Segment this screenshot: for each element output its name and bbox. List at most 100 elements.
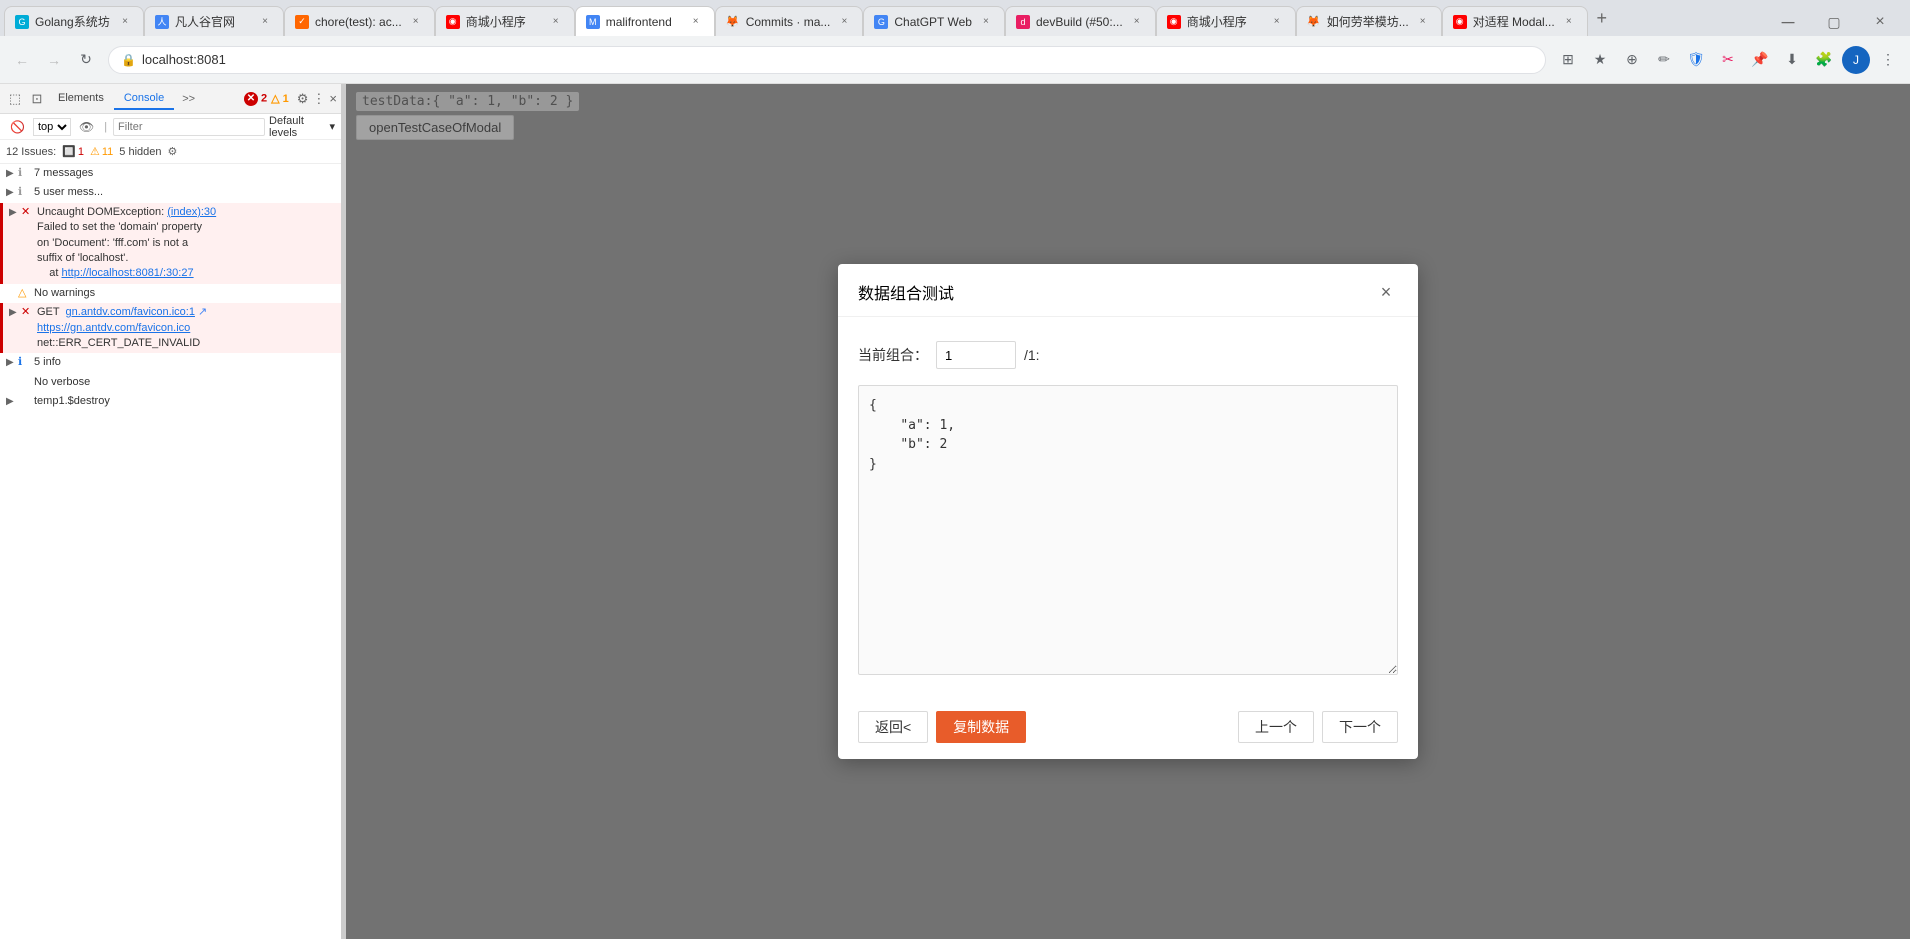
tab-6[interactable]: 🦊 Commits · ma... × xyxy=(715,6,864,36)
close-window-button[interactable]: × xyxy=(1858,8,1902,36)
modal-close-button[interactable]: × xyxy=(1374,280,1398,304)
coupon-icon[interactable]: ✂ xyxy=(1714,46,1742,74)
issues-error-badge: 🔲1 xyxy=(62,145,84,158)
msg-icon-2: ℹ xyxy=(18,185,32,198)
hidden-count-label: 5 hidden xyxy=(119,146,161,158)
tab-2-close[interactable]: × xyxy=(257,14,273,30)
tab-1-favicon: G xyxy=(15,15,29,29)
devtools-more-icon[interactable]: ⋮ xyxy=(312,91,325,107)
issues-warning-badge: ⚠11 xyxy=(90,145,113,158)
devtools-settings-icon[interactable]: ⚙ xyxy=(297,91,309,107)
tab-4[interactable]: ◉ 商城小程序 × xyxy=(435,6,575,36)
shield-icon[interactable]: 🛡 xyxy=(1682,46,1710,74)
tab-6-close[interactable]: × xyxy=(836,14,852,30)
msg-row-domexception[interactable]: ▶ ✕ Uncaught DOMException: (index):30 Fa… xyxy=(0,203,341,284)
tab-2[interactable]: 人 凡人谷官网 × xyxy=(144,6,284,36)
tab-1[interactable]: G Golang系统坊 × xyxy=(4,6,144,36)
tab-8-close[interactable]: × xyxy=(1129,14,1145,30)
user-avatar-icon[interactable]: J xyxy=(1842,46,1870,74)
tab-8-favicon: d xyxy=(1016,15,1030,29)
back-button[interactable]: ← xyxy=(8,46,36,74)
msg-group-5usermessages[interactable]: ▶ ℹ 5 user mess... xyxy=(0,183,341,202)
tab-5-close[interactable]: × xyxy=(688,14,704,30)
tab-6-title: Commits · ma... xyxy=(746,15,831,29)
next-button[interactable]: 下一个 xyxy=(1322,711,1398,743)
inspect-element-icon[interactable]: ⬚ xyxy=(4,88,26,110)
data-textarea[interactable]: { "a": 1, "b": 2 } xyxy=(858,385,1398,675)
bookmark-star-icon[interactable]: ★ xyxy=(1586,46,1614,74)
profile-icon[interactable]: ✏ xyxy=(1650,46,1678,74)
url-bar[interactable]: 🔒 localhost:8081 xyxy=(108,46,1546,74)
devtools-tab-console[interactable]: Console xyxy=(114,88,174,110)
tab-7-title: ChatGPT Web xyxy=(894,15,972,29)
devtools-tab-elements[interactable]: Elements xyxy=(48,88,114,110)
tab-5[interactable]: M malifrontend × xyxy=(575,6,715,36)
tab-3-favicon: ✓ xyxy=(295,15,309,29)
tab-4-title: 商城小程序 xyxy=(466,13,542,30)
msg-group-7messages[interactable]: ▶ ℹ 7 messages xyxy=(0,164,341,183)
tab-10-close[interactable]: × xyxy=(1415,14,1431,30)
prev-button[interactable]: 上一个 xyxy=(1238,711,1314,743)
msg-text-5info: 5 info xyxy=(34,355,335,370)
tab-10-title: 如何劳举模坊... xyxy=(1327,13,1409,30)
devtools-panel: ⬚ ⊡ Elements Console >> ✕ 2 △ 1 ⚙ ⋮ × xyxy=(0,84,342,939)
error-icon-1: ✕ xyxy=(21,205,35,218)
console-filter-input[interactable] xyxy=(113,118,265,136)
menu-icon[interactable]: ⋮ xyxy=(1874,46,1902,74)
tab-9-close[interactable]: × xyxy=(1269,14,1285,30)
tab-3[interactable]: ✓ chore(test): ac... × xyxy=(284,6,435,36)
issues-settings-icon[interactable]: ⚙ xyxy=(168,145,178,158)
expand-icon-1: ▶ xyxy=(6,168,18,179)
tab-7-close[interactable]: × xyxy=(978,14,994,30)
new-tab-button[interactable]: + xyxy=(1588,4,1616,32)
msg-row-5info[interactable]: ▶ ℹ 5 info xyxy=(0,353,341,372)
get-error-link[interactable]: gn.antdv.com/favicon.ico:1 xyxy=(66,306,195,318)
error-at-link[interactable]: http://localhost:8081/:30:27 xyxy=(61,267,193,279)
tab-3-close[interactable]: × xyxy=(408,14,424,30)
expand-icon-3: ▶ xyxy=(9,207,21,218)
tab-8-title: devBuild (#50:... xyxy=(1036,15,1123,29)
console-ban-icon[interactable]: 🚫 xyxy=(6,118,29,136)
msg-text-tempdestroy: temp1.$destroy xyxy=(34,394,335,409)
tab-11[interactable]: ◉ 对适程 Modal... × xyxy=(1442,6,1588,36)
tab-4-close[interactable]: × xyxy=(548,14,564,30)
tab-11-title: 对适程 Modal... xyxy=(1473,13,1555,30)
maximize-button[interactable]: ▢ xyxy=(1812,8,1856,36)
download-icon[interactable]: ⬇ xyxy=(1778,46,1806,74)
error-link-1[interactable]: (index):30 xyxy=(167,206,216,218)
tab-11-close[interactable]: × xyxy=(1561,14,1577,30)
back-button-modal[interactable]: 返回< xyxy=(858,711,928,743)
pin-icon[interactable]: 📌 xyxy=(1746,46,1774,74)
default-levels-dropdown[interactable]: Default levels ▾ xyxy=(269,115,335,139)
tab-10[interactable]: 🦊 如何劳举模坊... × xyxy=(1296,6,1442,36)
get-error-link2[interactable]: https://gn.antdv.com/favicon.ico xyxy=(37,322,190,334)
forward-button[interactable]: → xyxy=(40,46,68,74)
tab-bar: G Golang系统坊 × 人 凡人谷官网 × ✓ chore(test): a… xyxy=(0,0,1910,36)
msg-row-get-error[interactable]: ▶ ✕ GET gn.antdv.com/favicon.ico:1 ↗ htt… xyxy=(0,303,341,353)
tab-9[interactable]: ◉ 商城小程序 × xyxy=(1156,6,1296,36)
ext-puzzle-icon[interactable]: 🧩 xyxy=(1810,46,1838,74)
minimize-button[interactable]: ─ xyxy=(1766,8,1810,36)
extension-icon[interactable]: ⊕ xyxy=(1618,46,1646,74)
warn-icon-1: △ xyxy=(18,286,32,299)
console-eye-icon[interactable]: 👁 xyxy=(75,118,98,136)
page-content: testData:{ "a": 1, "b": 2 } openTestCase… xyxy=(346,84,1910,939)
responsive-mode-icon[interactable]: ⊡ xyxy=(26,88,48,110)
tab-7[interactable]: G ChatGPT Web × xyxy=(863,6,1005,36)
tab-9-title: 商城小程序 xyxy=(1187,13,1263,30)
expand-icon-6: ▶ xyxy=(6,357,18,368)
tab-1-close[interactable]: × xyxy=(117,14,133,30)
combination-input[interactable] xyxy=(936,341,1016,369)
chevron-down-icon: ▾ xyxy=(329,120,335,133)
tab-9-favicon: ◉ xyxy=(1167,15,1181,29)
main-area: ⬚ ⊡ Elements Console >> ✕ 2 △ 1 ⚙ ⋮ × xyxy=(0,84,1910,939)
tab-8[interactable]: d devBuild (#50:... × xyxy=(1005,6,1156,36)
copy-data-button[interactable]: 复制数据 xyxy=(936,711,1026,743)
console-context-select[interactable]: top xyxy=(33,118,71,136)
msg-row-tempdestroy[interactable]: ▶ temp1.$destroy xyxy=(0,392,341,411)
translate-icon[interactable]: ⊞ xyxy=(1554,46,1582,74)
reload-button[interactable]: ↻ xyxy=(72,46,100,74)
devtools-close-icon[interactable]: × xyxy=(329,91,337,106)
devtools-tab-more[interactable]: >> xyxy=(174,89,203,109)
lock-icon: 🔒 xyxy=(121,53,136,67)
